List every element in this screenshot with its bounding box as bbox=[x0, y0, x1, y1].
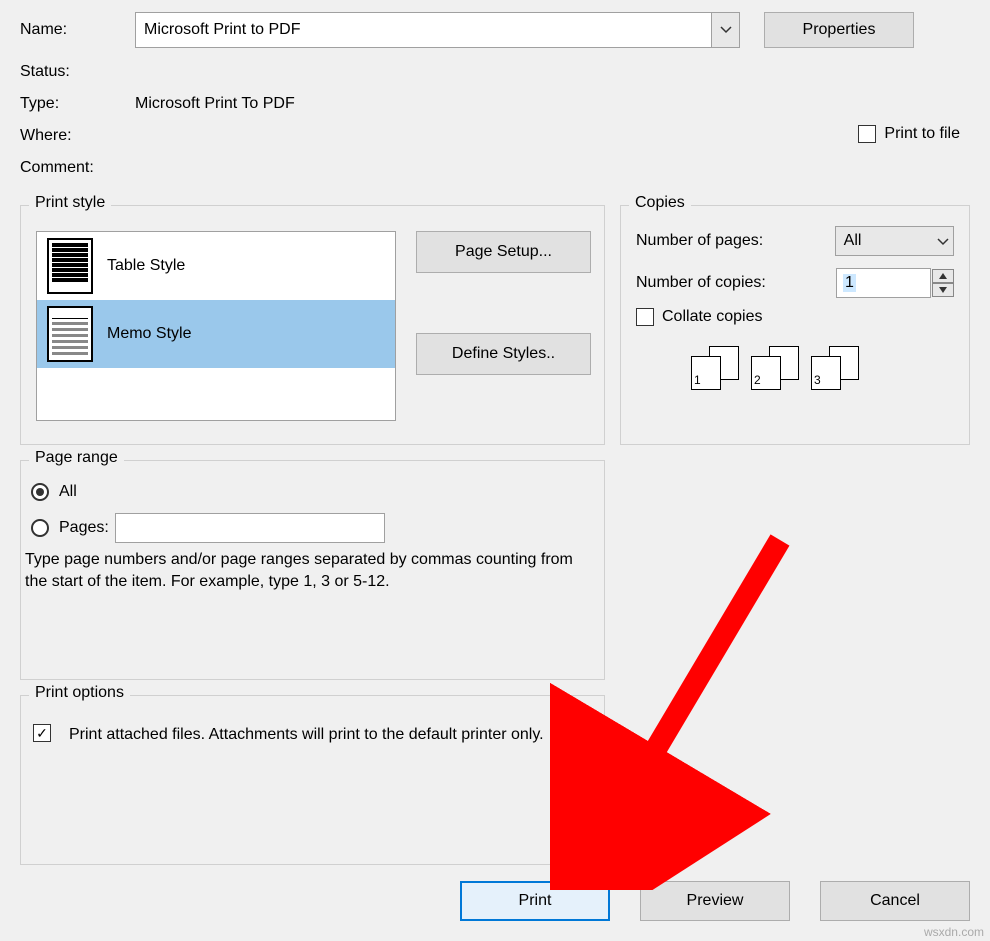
memo-style-icon bbox=[47, 306, 93, 362]
copies-legend: Copies bbox=[629, 194, 691, 212]
page-range-hint: Type page numbers and/or page ranges sep… bbox=[25, 549, 594, 592]
num-copies-input[interactable]: 1 bbox=[836, 268, 931, 298]
collate-illustration: 1 1 2 2 3 3 bbox=[691, 346, 969, 390]
print-attached-checkbox[interactable] bbox=[33, 724, 51, 742]
watermark: wsxdn.com bbox=[924, 925, 984, 939]
style-item-memo[interactable]: Memo Style bbox=[37, 300, 395, 368]
num-pages-label: Number of pages: bbox=[636, 232, 835, 250]
print-button[interactable]: Print bbox=[460, 881, 610, 921]
print-to-file-label: Print to file bbox=[884, 125, 960, 143]
collate-label: Collate copies bbox=[662, 308, 763, 326]
page-setup-button[interactable]: Page Setup... bbox=[416, 231, 591, 273]
print-options-legend: Print options bbox=[29, 684, 130, 702]
print-attached-label: Print attached files. Attachments will p… bbox=[69, 724, 544, 746]
page-range-all-option[interactable]: All bbox=[31, 477, 594, 507]
style-item-label: Table Style bbox=[107, 257, 185, 275]
page-stack-icon: 1 1 bbox=[691, 346, 739, 390]
radio-pages[interactable] bbox=[31, 519, 49, 537]
page-range-legend: Page range bbox=[29, 449, 124, 467]
copies-spinner[interactable] bbox=[932, 269, 954, 297]
print-options-group: Print options Print attached files. Atta… bbox=[20, 695, 605, 865]
print-style-group: Print style Table Style Memo Style bbox=[20, 205, 605, 445]
cancel-button[interactable]: Cancel bbox=[820, 881, 970, 921]
type-value: Microsoft Print To PDF bbox=[135, 95, 295, 113]
radio-pages-label: Pages: bbox=[59, 519, 109, 537]
print-style-legend: Print style bbox=[29, 194, 111, 212]
comment-label: Comment: bbox=[20, 159, 135, 177]
preview-button[interactable]: Preview bbox=[640, 881, 790, 921]
num-pages-value: All bbox=[844, 232, 862, 250]
spinner-up-icon[interactable] bbox=[932, 269, 954, 283]
chevron-down-icon bbox=[937, 233, 949, 251]
copies-group: Copies Number of pages: All Number of co… bbox=[620, 205, 970, 445]
print-dialog: Name: Microsoft Print to PDF Properties … bbox=[0, 0, 990, 941]
printer-name-value: Microsoft Print to PDF bbox=[144, 21, 300, 39]
type-label: Type: bbox=[20, 95, 135, 113]
collate-option[interactable]: Collate copies bbox=[636, 308, 954, 326]
radio-all[interactable] bbox=[31, 483, 49, 501]
style-item-label: Memo Style bbox=[107, 325, 191, 343]
define-styles-button[interactable]: Define Styles.. bbox=[416, 333, 591, 375]
print-to-file-checkbox[interactable] bbox=[858, 125, 876, 143]
num-copies-value: 1 bbox=[843, 274, 856, 292]
printer-section: Name: Microsoft Print to PDF Properties … bbox=[0, 0, 990, 184]
dialog-buttons: Print Preview Cancel bbox=[460, 881, 970, 921]
properties-button[interactable]: Properties bbox=[764, 12, 914, 48]
print-style-list[interactable]: Table Style Memo Style bbox=[36, 231, 396, 421]
radio-all-label: All bbox=[59, 483, 77, 501]
status-label: Status: bbox=[20, 63, 135, 81]
page-stack-icon: 2 2 bbox=[751, 346, 799, 390]
print-attached-option[interactable]: Print attached files. Attachments will p… bbox=[33, 724, 592, 746]
num-copies-label: Number of copies: bbox=[636, 274, 836, 292]
page-stack-icon: 3 3 bbox=[811, 346, 859, 390]
num-pages-select[interactable]: All bbox=[835, 226, 954, 256]
pages-input[interactable] bbox=[115, 513, 385, 543]
collate-checkbox[interactable] bbox=[636, 308, 654, 326]
printer-name-label: Name: bbox=[20, 21, 135, 39]
print-to-file-option[interactable]: Print to file bbox=[858, 125, 960, 143]
spinner-down-icon[interactable] bbox=[932, 283, 954, 297]
chevron-down-icon[interactable] bbox=[711, 13, 739, 47]
printer-name-select[interactable]: Microsoft Print to PDF bbox=[135, 12, 740, 48]
page-range-group: Page range All Pages: Type page numbers … bbox=[20, 460, 605, 680]
where-label: Where: bbox=[20, 127, 135, 145]
style-item-table[interactable]: Table Style bbox=[37, 232, 395, 300]
table-style-icon bbox=[47, 238, 93, 294]
page-range-pages-option[interactable]: Pages: bbox=[31, 513, 594, 543]
